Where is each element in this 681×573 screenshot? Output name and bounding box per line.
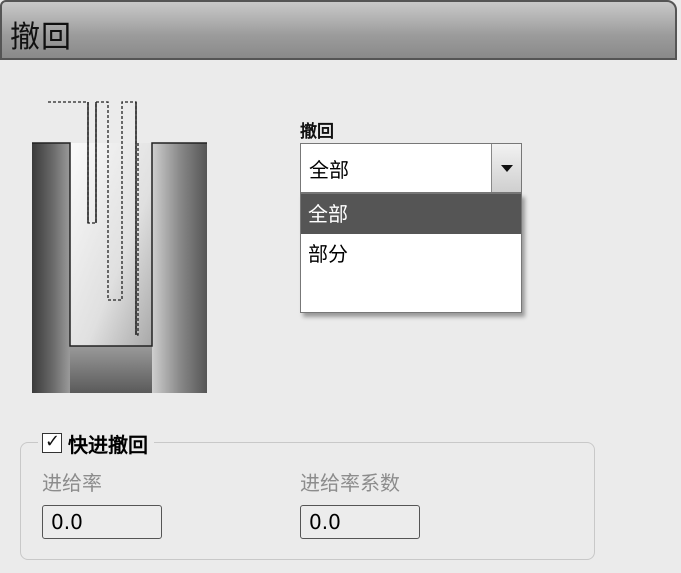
- part-bottom: [70, 346, 152, 393]
- dropdown-arrow-button[interactable]: [491, 144, 521, 192]
- part-left-wall: [32, 143, 70, 393]
- part-right-wall: [152, 143, 207, 393]
- retract-dropdown-list: 全部 部分: [300, 193, 522, 313]
- rapid-retract-group: [20, 442, 595, 560]
- check-icon: ✓: [45, 431, 61, 452]
- retract-selected-value: 全部: [309, 158, 349, 182]
- feed-factor-field[interactable]: 0.0: [300, 505, 420, 539]
- rapid-retract-checkbox[interactable]: ✓: [42, 431, 62, 453]
- rapid-retract-legend: ✓ 快进撤回: [38, 427, 154, 459]
- retract-combobox[interactable]: 全部: [300, 143, 522, 193]
- pocket-interior: [70, 143, 152, 346]
- feed-rate-label: 进给率: [42, 471, 102, 495]
- feed-rate-field[interactable]: 0.0: [42, 505, 162, 539]
- dialog-titlebar: 撤回: [0, 0, 677, 60]
- rapid-retract-label[interactable]: 快进撤回: [68, 429, 148, 458]
- retract-option-all[interactable]: 全部: [301, 194, 521, 234]
- retract-illustration: [30, 95, 210, 395]
- retract-option-partial[interactable]: 部分: [301, 234, 521, 274]
- chevron-down-icon: [501, 165, 513, 172]
- retract-label: 撤回: [300, 122, 334, 142]
- dialog-title: 撤回: [10, 20, 72, 55]
- feed-factor-label: 进给率系数: [300, 471, 400, 495]
